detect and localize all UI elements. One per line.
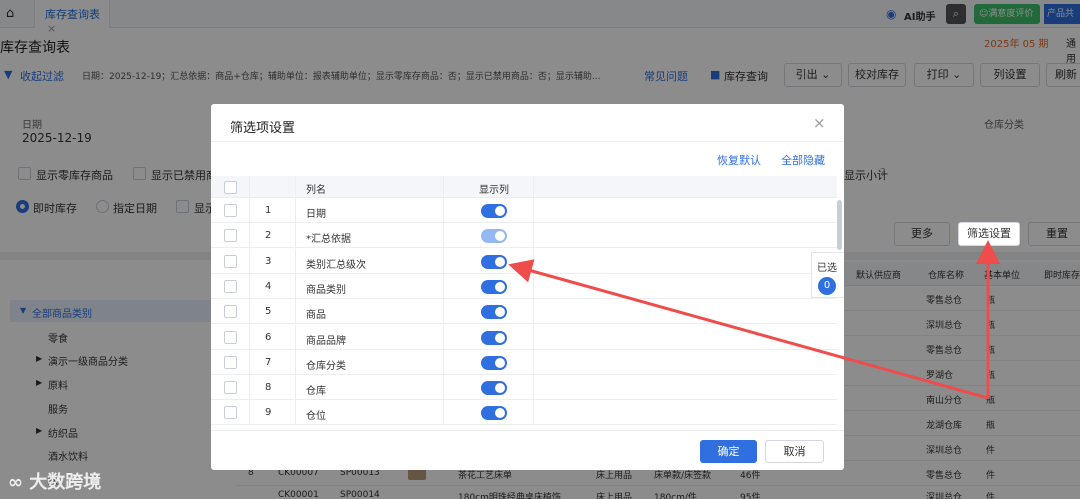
arrow-to-toggle — [508, 259, 989, 400]
watermark-logo-icon: ∞ — [8, 472, 23, 493]
annotation-arrows — [508, 240, 1000, 400]
watermark-text: 大数跨境 — [29, 472, 102, 493]
watermark: ∞ 大数跨境 — [8, 468, 101, 494]
